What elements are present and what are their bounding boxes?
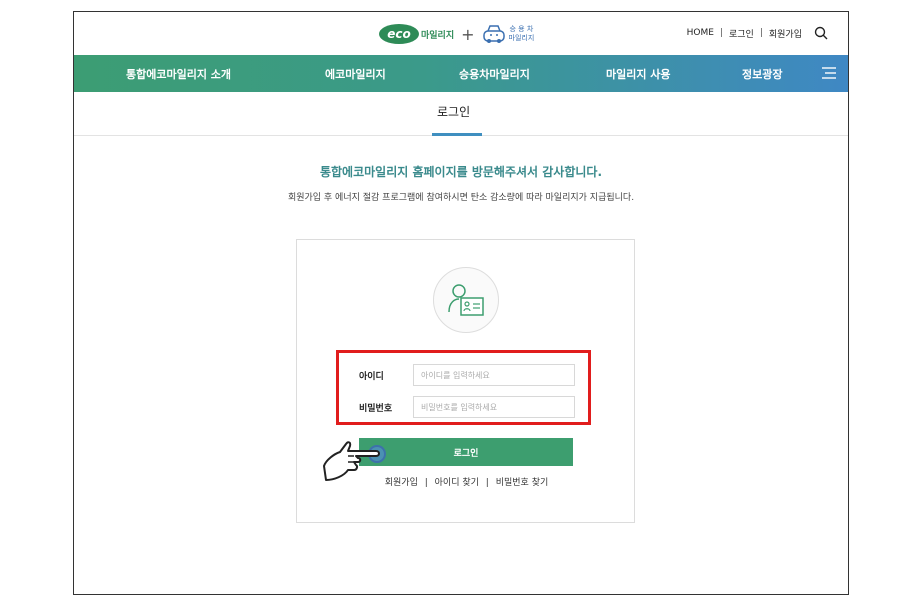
- eco-logo-mark: eco: [379, 24, 419, 44]
- car-logo-text: 승 용 차 마일리지: [509, 25, 535, 43]
- eco-mileage-logo: eco 마일리지: [379, 24, 454, 44]
- password-input[interactable]: [413, 396, 575, 418]
- divider: |: [759, 28, 763, 38]
- find-password-link[interactable]: 비밀번호 찾기: [496, 478, 549, 488]
- user-id-card-icon: [448, 284, 484, 316]
- car-mileage-logo: 승 용 차 마일리지: [482, 23, 535, 45]
- nav-item-car-mileage[interactable]: 승용차마일리지: [459, 66, 530, 82]
- welcome-heading: 통합에코마일리지 홈페이지를 방문해주셔서 감사합니다.: [319, 165, 603, 179]
- id-input[interactable]: [413, 364, 575, 386]
- car-logo-line1: 승 용 차: [509, 25, 534, 33]
- divider: |: [424, 478, 428, 488]
- page-title: 로그인: [437, 105, 471, 119]
- search-icon[interactable]: [814, 26, 828, 40]
- home-link[interactable]: HOME: [687, 28, 714, 38]
- id-label: 아이디: [359, 371, 384, 382]
- pointing-hand-icon: [323, 441, 380, 481]
- signup-link[interactable]: 회원가입: [769, 27, 802, 40]
- top-links: HOME | 로그인 | 회원가입: [687, 26, 828, 40]
- login-link[interactable]: 로그인: [729, 27, 754, 40]
- car-logo-line2: 마일리지: [508, 34, 535, 42]
- password-row: 비밀번호: [359, 396, 575, 418]
- page-tab-bar: 로그인: [74, 92, 848, 136]
- welcome-subtext: 회원가입 후 에너지 절감 프로그램에 참여하시면 탄소 감소량에 따라 마일리…: [287, 193, 635, 203]
- nav-item-info[interactable]: 정보광장: [742, 66, 782, 82]
- divider: |: [719, 28, 723, 38]
- eco-logo-text: 마일리지: [421, 30, 455, 41]
- top-header: eco 마일리지 + 승 용 차 마일리지 HOME | 로그인 | 회원가입: [74, 12, 848, 55]
- nav-item-eco-mileage[interactable]: 에코마일리지: [325, 66, 386, 82]
- nav-item-intro[interactable]: 통합에코마일리지 소개: [126, 66, 231, 82]
- browser-frame: eco 마일리지 + 승 용 차 마일리지 HOME | 로그인 | 회원가입 …: [73, 11, 849, 595]
- id-row: 아이디: [359, 364, 575, 386]
- login-button[interactable]: 로그인: [359, 438, 573, 466]
- user-avatar: [433, 267, 499, 333]
- hamburger-menu-icon[interactable]: [822, 67, 836, 79]
- signup-link[interactable]: 회원가입: [385, 478, 418, 488]
- find-id-link[interactable]: 아이디 찾기: [435, 478, 479, 488]
- car-icon: [482, 25, 505, 43]
- tab-underline: [432, 133, 482, 136]
- main-nav: 통합에코마일리지 소개 에코마일리지 승용차마일리지 마일리지 사용 정보광장: [74, 55, 848, 92]
- divider: |: [485, 478, 489, 488]
- site-logo[interactable]: eco 마일리지 + 승 용 차 마일리지: [379, 20, 534, 48]
- nav-item-mileage-use[interactable]: 마일리지 사용: [606, 66, 671, 82]
- password-label: 비밀번호: [359, 403, 393, 414]
- logo-plus: +: [461, 24, 475, 44]
